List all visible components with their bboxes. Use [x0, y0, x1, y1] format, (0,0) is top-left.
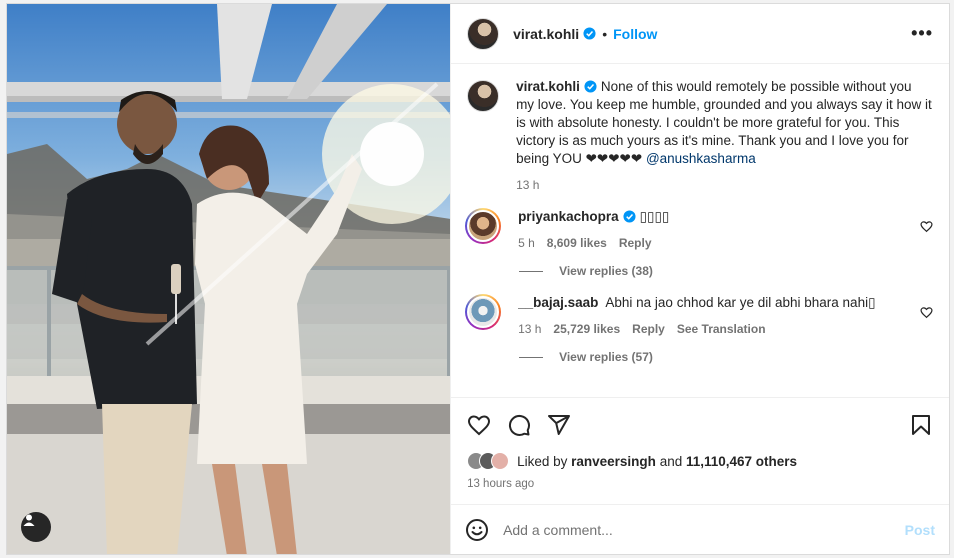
heart-icon[interactable] — [467, 413, 491, 437]
caption: virat.kohli None of this would remotely b… — [467, 78, 933, 194]
liked-by-user[interactable]: ranveersingh — [571, 454, 656, 469]
more-options-icon[interactable]: ••• — [911, 23, 933, 44]
verified-badge-icon — [584, 80, 597, 93]
emoji-icon[interactable] — [465, 518, 489, 542]
post-details-panel: virat.kohli • Follow ••• virat.kohli None… — [450, 4, 949, 554]
post-actions: Liked by ranveersingh and 11,110,467 oth… — [451, 397, 949, 490]
user-tag-icon[interactable] — [21, 512, 51, 542]
comment-item: __bajaj.saab Abhi na jao chhod kar ye di… — [465, 294, 933, 338]
post-modal: virat.kohli • Follow ••• virat.kohli None… — [6, 3, 950, 555]
verified-badge-icon — [583, 27, 596, 40]
reply-button[interactable]: Reply — [619, 234, 652, 252]
view-replies-label[interactable]: View replies (57) — [559, 350, 653, 364]
see-translation-button[interactable]: See Translation — [677, 320, 766, 338]
post-timestamp[interactable]: 13 hours ago — [467, 478, 933, 490]
follow-button[interactable]: Follow — [613, 26, 657, 42]
view-replies-button[interactable]: View replies (38) — [519, 264, 933, 278]
photo-illustration — [7, 4, 451, 554]
commenter-avatar[interactable] — [465, 294, 502, 330]
share-icon[interactable] — [547, 413, 571, 437]
post-header: virat.kohli • Follow ••• — [451, 4, 949, 64]
add-comment-bar: Post — [451, 504, 949, 554]
comment-username[interactable]: priyankachopra — [518, 209, 619, 224]
separator-dot: • — [602, 25, 608, 42]
view-replies-label[interactable]: View replies (38) — [559, 264, 653, 278]
heart-icon[interactable] — [920, 306, 933, 319]
author-username[interactable]: virat.kohli — [513, 26, 579, 42]
liked-by-label: Liked by — [517, 453, 568, 469]
comment-text: Abhi na jao chhod kar ye dil abhi bhara … — [605, 295, 876, 310]
heart-icon[interactable] — [920, 220, 933, 233]
liker-avatars[interactable] — [467, 452, 510, 470]
verified-badge-icon — [623, 210, 636, 223]
caption-username[interactable]: virat.kohli — [516, 79, 580, 94]
likes-summary: Liked by ranveersingh and 11,110,467 oth… — [467, 452, 933, 470]
comment-username[interactable]: __bajaj.saab — [518, 295, 598, 310]
comment-time[interactable]: 5 h — [518, 234, 535, 252]
replies-divider — [519, 270, 544, 272]
comment-item: priyankachopra ▯▯▯▯ 5 h 8,609 likes Reply — [465, 208, 933, 252]
view-replies-button[interactable]: View replies (57) — [519, 350, 933, 364]
author-avatar[interactable] — [467, 17, 500, 50]
comment-likes[interactable]: 8,609 likes — [547, 234, 607, 252]
caption-time: 13 h — [516, 178, 540, 192]
comment-text: ▯▯▯▯ — [639, 209, 670, 224]
comment-input[interactable] — [503, 521, 905, 538]
post-comment-button[interactable]: Post — [905, 522, 935, 538]
reply-button[interactable]: Reply — [632, 320, 665, 338]
commenter-avatar[interactable] — [465, 208, 502, 244]
post-photo[interactable] — [7, 4, 451, 554]
replies-divider — [519, 356, 544, 358]
caption-mention[interactable]: @anushkasharma — [646, 151, 756, 166]
comment-time[interactable]: 13 h — [518, 320, 541, 338]
bookmark-icon[interactable] — [909, 413, 933, 437]
comment-likes[interactable]: 25,729 likes — [553, 320, 620, 338]
likes-others[interactable]: 11,110,467 others — [686, 454, 797, 469]
comment-icon[interactable] — [507, 413, 531, 437]
comments-list[interactable]: virat.kohli None of this would remotely b… — [451, 64, 949, 397]
caption-author-avatar[interactable] — [467, 80, 500, 112]
likes-and: and — [659, 453, 683, 469]
